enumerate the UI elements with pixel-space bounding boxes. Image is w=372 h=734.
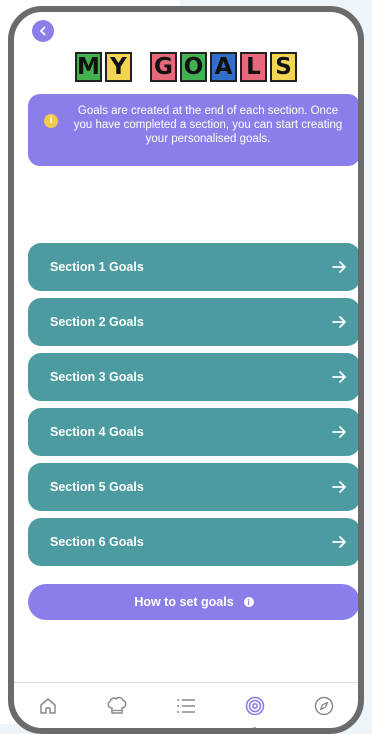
arrow-right-icon — [332, 481, 346, 493]
active-tab-indicator — [252, 727, 256, 728]
section-6-goals-button[interactable]: Section 6 Goals — [28, 518, 358, 566]
target-icon — [245, 696, 265, 716]
tab-goals[interactable] — [242, 695, 268, 728]
home-icon — [40, 698, 57, 714]
section-1-goals-button[interactable]: Section 1 Goals — [28, 243, 358, 291]
phone-frame: M Y G O A L S i Goals are created at the… — [8, 6, 364, 734]
section-4-goals-button[interactable]: Section 4 Goals — [28, 408, 358, 456]
list-icon — [176, 699, 195, 713]
title-tile: G — [150, 52, 177, 82]
title-tile: S — [270, 52, 297, 82]
title-word-goals: G O A L S — [150, 52, 297, 82]
section-label: Section 1 Goals — [50, 260, 144, 274]
title-tile: O — [180, 52, 207, 82]
chef-hat-icon — [107, 696, 127, 714]
info-text: Goals are created at the end of each sec… — [73, 105, 343, 145]
arrow-right-icon — [332, 536, 346, 548]
tab-explore[interactable] — [311, 695, 337, 721]
arrow-right-icon — [332, 371, 346, 383]
title-tile: M — [75, 52, 102, 82]
section-label: Section 6 Goals — [50, 535, 144, 549]
title-tile: A — [210, 52, 237, 82]
tab-home[interactable] — [35, 695, 61, 721]
info-icon: i — [44, 114, 58, 128]
title-word-my: M Y — [75, 52, 132, 82]
bottom-tab-bar — [14, 682, 358, 728]
section-label: Section 3 Goals — [50, 370, 144, 384]
arrow-right-icon — [332, 316, 346, 328]
page-title: M Y G O A L S — [14, 52, 358, 82]
section-label: Section 2 Goals — [50, 315, 144, 329]
section-3-goals-button[interactable]: Section 3 Goals — [28, 353, 358, 401]
title-tile: Y — [105, 52, 132, 82]
how-to-set-goals-button[interactable]: How to set goals i — [28, 584, 358, 620]
section-5-goals-button[interactable]: Section 5 Goals — [28, 463, 358, 511]
title-tile: L — [240, 52, 267, 82]
compass-icon — [314, 696, 333, 716]
section-2-goals-button[interactable]: Section 2 Goals — [28, 298, 358, 346]
back-button[interactable] — [32, 20, 54, 42]
chevron-left-icon — [40, 26, 46, 36]
arrow-right-icon — [332, 261, 346, 273]
arrow-right-icon — [332, 426, 346, 438]
tab-recipes[interactable] — [104, 695, 130, 721]
section-label: Section 4 Goals — [50, 425, 144, 439]
info-banner: i Goals are created at the end of each s… — [28, 94, 358, 166]
tab-list[interactable] — [173, 695, 199, 721]
info-icon: i — [243, 597, 254, 607]
section-label: Section 5 Goals — [50, 480, 144, 494]
how-to-label: How to set goals — [134, 595, 234, 609]
